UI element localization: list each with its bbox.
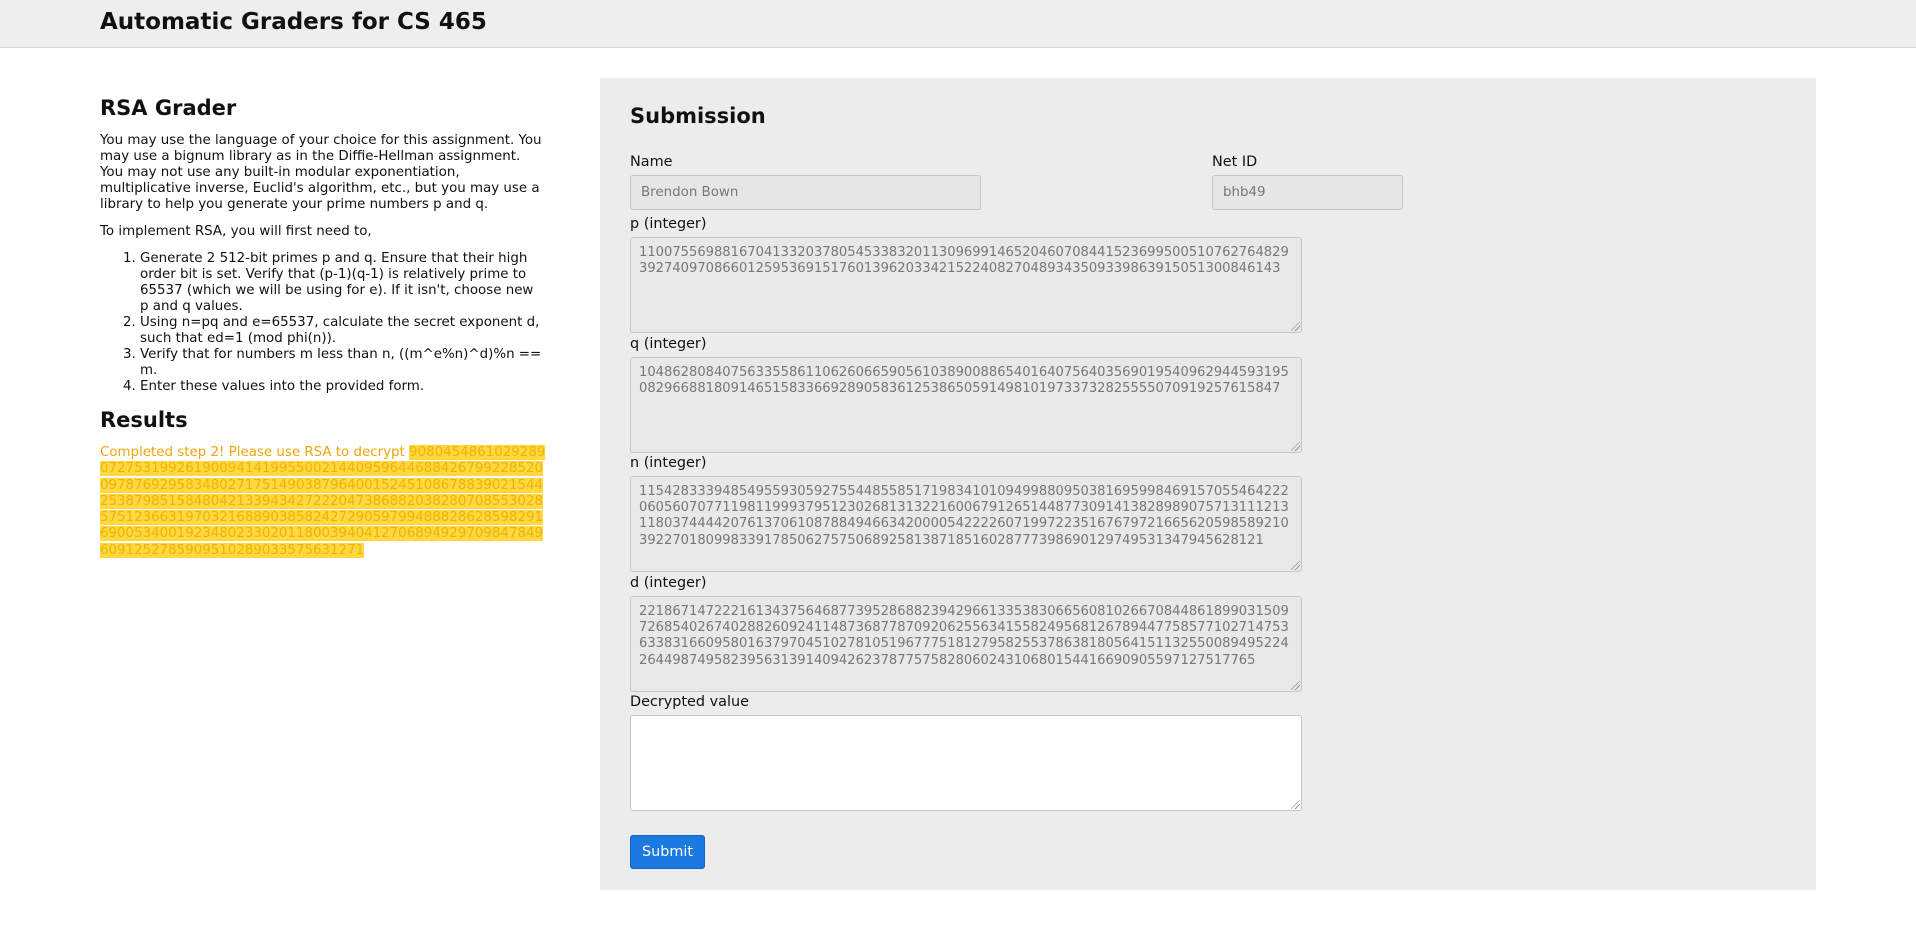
d-value: 2218671472221613437564687739528688239429… [639, 604, 1289, 668]
p-field[interactable]: 1100755698816704133203780545338320113096… [630, 237, 1302, 333]
results-ciphertext: 9080454861029289072753199261900941419955… [100, 445, 546, 558]
step-item: Enter these values into the provided for… [140, 379, 546, 395]
top-bar: Automatic Graders for CS 465 [0, 0, 1916, 48]
q-label: q (integer) [630, 336, 707, 352]
netid-label: Net ID [1212, 154, 1258, 170]
steps-list: Generate 2 512-bit primes p and q. Ensur… [100, 251, 546, 395]
results-title: Results [100, 408, 188, 432]
q-field[interactable]: 1048628084075633558611062606659056103890… [630, 357, 1302, 453]
resize-handle-icon[interactable] [1291, 561, 1300, 570]
p-label: p (integer) [630, 216, 707, 232]
name-field[interactable]: Brendon Bown [630, 175, 981, 210]
n-label: n (integer) [630, 455, 707, 471]
submit-button[interactable]: Submit [630, 835, 705, 869]
results-message: Completed step 2! Please use RSA to decr… [100, 445, 405, 460]
resize-handle-icon[interactable] [1291, 442, 1300, 451]
decrypted-label: Decrypted value [630, 694, 749, 710]
submission-panel: Submission Name Brendon Bown Net ID bhb4… [600, 78, 1816, 890]
d-label: d (integer) [630, 575, 707, 591]
resize-handle-icon[interactable] [1291, 800, 1300, 809]
d-field[interactable]: 2218671472221613437564687739528688239429… [630, 596, 1302, 692]
grader-lead: To implement RSA, you will first need to… [100, 224, 372, 239]
resize-handle-icon[interactable] [1291, 681, 1300, 690]
grader-intro: You may use the language of your choice … [100, 133, 542, 212]
step-item: Verify that for numbers m less than n, (… [140, 347, 546, 379]
p-value: 1100755698816704133203780545338320113096… [639, 245, 1289, 277]
app-title: Automatic Graders for CS 465 [100, 9, 487, 35]
n-field[interactable]: 1154283339485495593059275544855851719834… [630, 476, 1302, 572]
grader-title: RSA Grader [100, 96, 237, 120]
decrypted-field[interactable] [630, 715, 1302, 811]
name-label: Name [630, 154, 673, 170]
results-output: Completed step 2! Please use RSA to decr… [100, 445, 546, 559]
netid-field[interactable]: bhb49 [1212, 175, 1403, 210]
step-item: Using n=pq and e=65537, calculate the se… [140, 315, 546, 347]
q-value: 1048628084075633558611062606659056103890… [639, 365, 1289, 397]
submission-title: Submission [630, 104, 766, 128]
grader-instructions: RSA Grader You may use the language of y… [100, 95, 546, 559]
resize-handle-icon[interactable] [1291, 322, 1300, 331]
n-value: 1154283339485495593059275544855851719834… [639, 484, 1289, 548]
step-item: Generate 2 512-bit primes p and q. Ensur… [140, 251, 546, 315]
